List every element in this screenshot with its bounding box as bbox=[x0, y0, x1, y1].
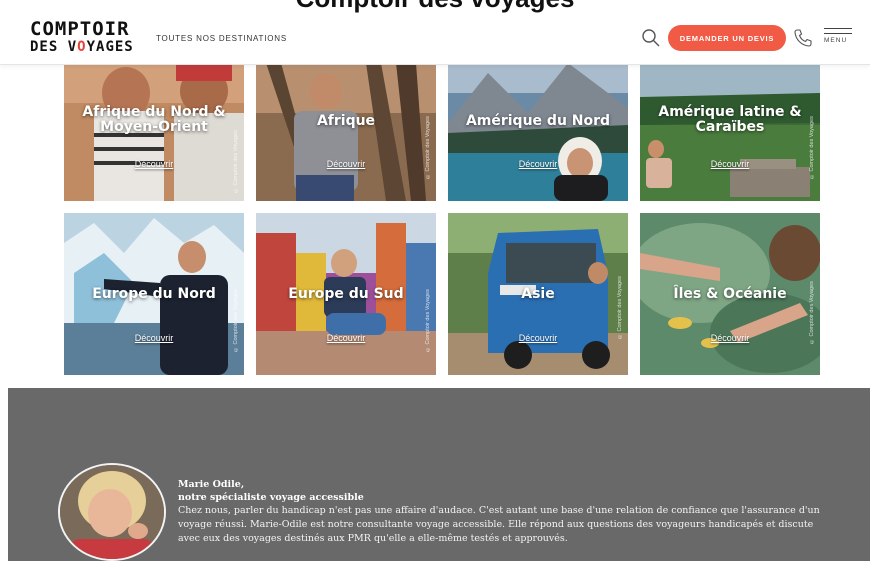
brand-logo[interactable]: COMPTOIR DES VOYAGES bbox=[30, 18, 134, 55]
logo-part: YAGES bbox=[86, 39, 134, 55]
destination-title: Europe du Nord bbox=[92, 286, 216, 302]
destination-tile-africa[interactable]: Afrique Découvrir © Comptoir des Voyages bbox=[256, 63, 436, 201]
discover-link[interactable]: Découvrir bbox=[64, 159, 244, 169]
specialist-name: Marie Odile, bbox=[178, 479, 245, 490]
photo-credit: © Comptoir des Voyages bbox=[233, 289, 239, 353]
photo-credit: © Comptoir des Voyages bbox=[425, 116, 431, 180]
discover-link[interactable]: Découvrir bbox=[256, 159, 436, 169]
hamburger-menu-icon-bar bbox=[824, 33, 852, 34]
destination-tile-northern-europe[interactable]: Europe du Nord Découvrir © Comptoir des … bbox=[64, 213, 244, 375]
discover-link[interactable]: Découvrir bbox=[256, 333, 436, 343]
phone-icon[interactable] bbox=[793, 28, 813, 48]
destination-tile-latin-america[interactable]: Amérique latine & Caraïbes Découvrir © C… bbox=[640, 63, 820, 201]
destination-title: Îles & Océanie bbox=[673, 286, 787, 302]
specialist-description: Chez nous, parler du handicap n'est pas … bbox=[178, 505, 820, 544]
destination-photo bbox=[448, 63, 628, 201]
destination-title: Europe du Sud bbox=[288, 286, 404, 302]
destination-photo bbox=[256, 63, 436, 201]
logo-part: DES V bbox=[30, 39, 78, 55]
search-icon[interactable] bbox=[641, 28, 661, 48]
destination-title: Asie bbox=[521, 286, 555, 302]
destination-tile-north-america[interactable]: Amérique du Nord Découvrir bbox=[448, 63, 628, 201]
photo-credit: © Comptoir des Voyages bbox=[809, 281, 815, 345]
logo-line2: DES VOYAGES bbox=[30, 40, 134, 54]
hamburger-menu-icon bbox=[824, 28, 852, 29]
destination-tile-north-africa[interactable]: Afrique du Nord & Moyen-Orient Découvrir… bbox=[64, 63, 244, 201]
specialist-role: notre spécialiste voyage accessible bbox=[178, 492, 364, 503]
menu-button[interactable]: MENU bbox=[824, 28, 854, 54]
destination-tile-asia[interactable]: Asie Découvrir © Comptoir des Voyages bbox=[448, 213, 628, 375]
destination-tile-southern-europe[interactable]: Europe du Sud Découvrir © Comptoir des V… bbox=[256, 213, 436, 375]
logo-accent: O bbox=[77, 39, 87, 55]
menu-label: MENU bbox=[824, 37, 848, 44]
photo-credit: © Comptoir des Voyages bbox=[617, 276, 623, 340]
destination-title: Afrique bbox=[316, 113, 376, 129]
photo-credit: © Comptoir des Voyages bbox=[425, 289, 431, 353]
destination-tile-islands-oceania[interactable]: Îles & Océanie Découvrir © Comptoir des … bbox=[640, 213, 820, 375]
discover-link[interactable]: Découvrir bbox=[640, 159, 820, 169]
specialist-avatar bbox=[58, 463, 166, 561]
destination-title: Afrique du Nord & Moyen-Orient bbox=[82, 104, 226, 135]
photo-credit: © Comptoir des Voyages bbox=[809, 116, 815, 180]
site-header: COMPTOIR DES VOYAGES TOUTES NOS DESTINAT… bbox=[0, 12, 870, 65]
nav-all-destinations[interactable]: TOUTES NOS DESTINATIONS bbox=[156, 34, 287, 43]
destination-title: Amérique du Nord bbox=[465, 113, 611, 129]
discover-link[interactable]: Découvrir bbox=[64, 333, 244, 343]
discover-link[interactable]: Découvrir bbox=[448, 333, 628, 343]
discover-link[interactable]: Découvrir bbox=[640, 333, 820, 343]
photo-credit: © Comptoir des Voyages bbox=[233, 130, 239, 193]
specialist-portrait bbox=[60, 465, 164, 559]
request-quote-button[interactable]: DEMANDER UN DEVIS bbox=[668, 25, 786, 51]
logo-line1: COMPTOIR bbox=[30, 18, 130, 40]
specialist-info: Marie Odile, notre spécialiste voyage ac… bbox=[178, 478, 838, 546]
page-caption: Comptoir des voyages bbox=[0, 0, 870, 12]
destination-title: Amérique latine & Caraïbes bbox=[658, 104, 802, 135]
discover-link[interactable]: Découvrir bbox=[448, 159, 628, 169]
